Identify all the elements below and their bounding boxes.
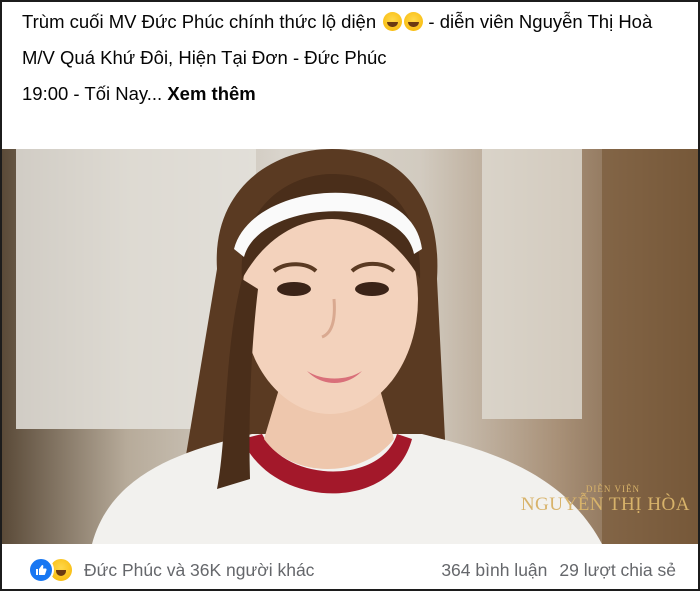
post-image[interactable]: DIỄN VIÊN NGUYỄN THỊ HÒA	[2, 149, 698, 544]
reaction-names[interactable]: Đức Phúc và 36K người khác	[84, 560, 314, 581]
post-title-suffix: - diễn viên Nguyễn Thị Hoà	[423, 11, 653, 32]
like-icon	[28, 557, 54, 583]
post-line-2: M/V Quá Khứ Đôi, Hiện Tại Đơn - Đức Phúc	[22, 47, 387, 68]
post-line-3: 19:00 - Tối Nay... Xem thêm	[22, 80, 698, 108]
post-title-text: Trùm cuối MV Đức Phúc chính thức lộ diện	[22, 11, 377, 32]
post-line-1: Trùm cuối MV Đức Phúc chính thức lộ diện…	[22, 8, 698, 36]
comments-count[interactable]: 364 bình luận	[441, 560, 547, 581]
caption-name: NGUYỄN THỊ HÒA	[520, 494, 690, 515]
facebook-post: Trùm cuối MV Đức Phúc chính thức lộ diện…	[0, 0, 700, 591]
post-time-text: 19:00 - Tối Nay...	[22, 83, 163, 104]
reactions[interactable]	[28, 557, 74, 583]
see-more-link[interactable]: Xem thêm	[167, 83, 255, 104]
laughing-emoji-icon	[383, 12, 403, 31]
caption-role: DIỄN VIÊN	[585, 484, 640, 494]
post-text: Trùm cuối MV Đức Phúc chính thức lộ diện…	[2, 2, 698, 108]
actor-caption: DIỄN VIÊN NGUYỄN THỊ HÒA	[521, 484, 690, 516]
laughing-emoji-icon	[404, 12, 424, 31]
shares-count[interactable]: 29 lượt chia sẻ	[559, 560, 676, 581]
post-footer: Đức Phúc và 36K người khác 364 bình luận…	[2, 550, 698, 590]
